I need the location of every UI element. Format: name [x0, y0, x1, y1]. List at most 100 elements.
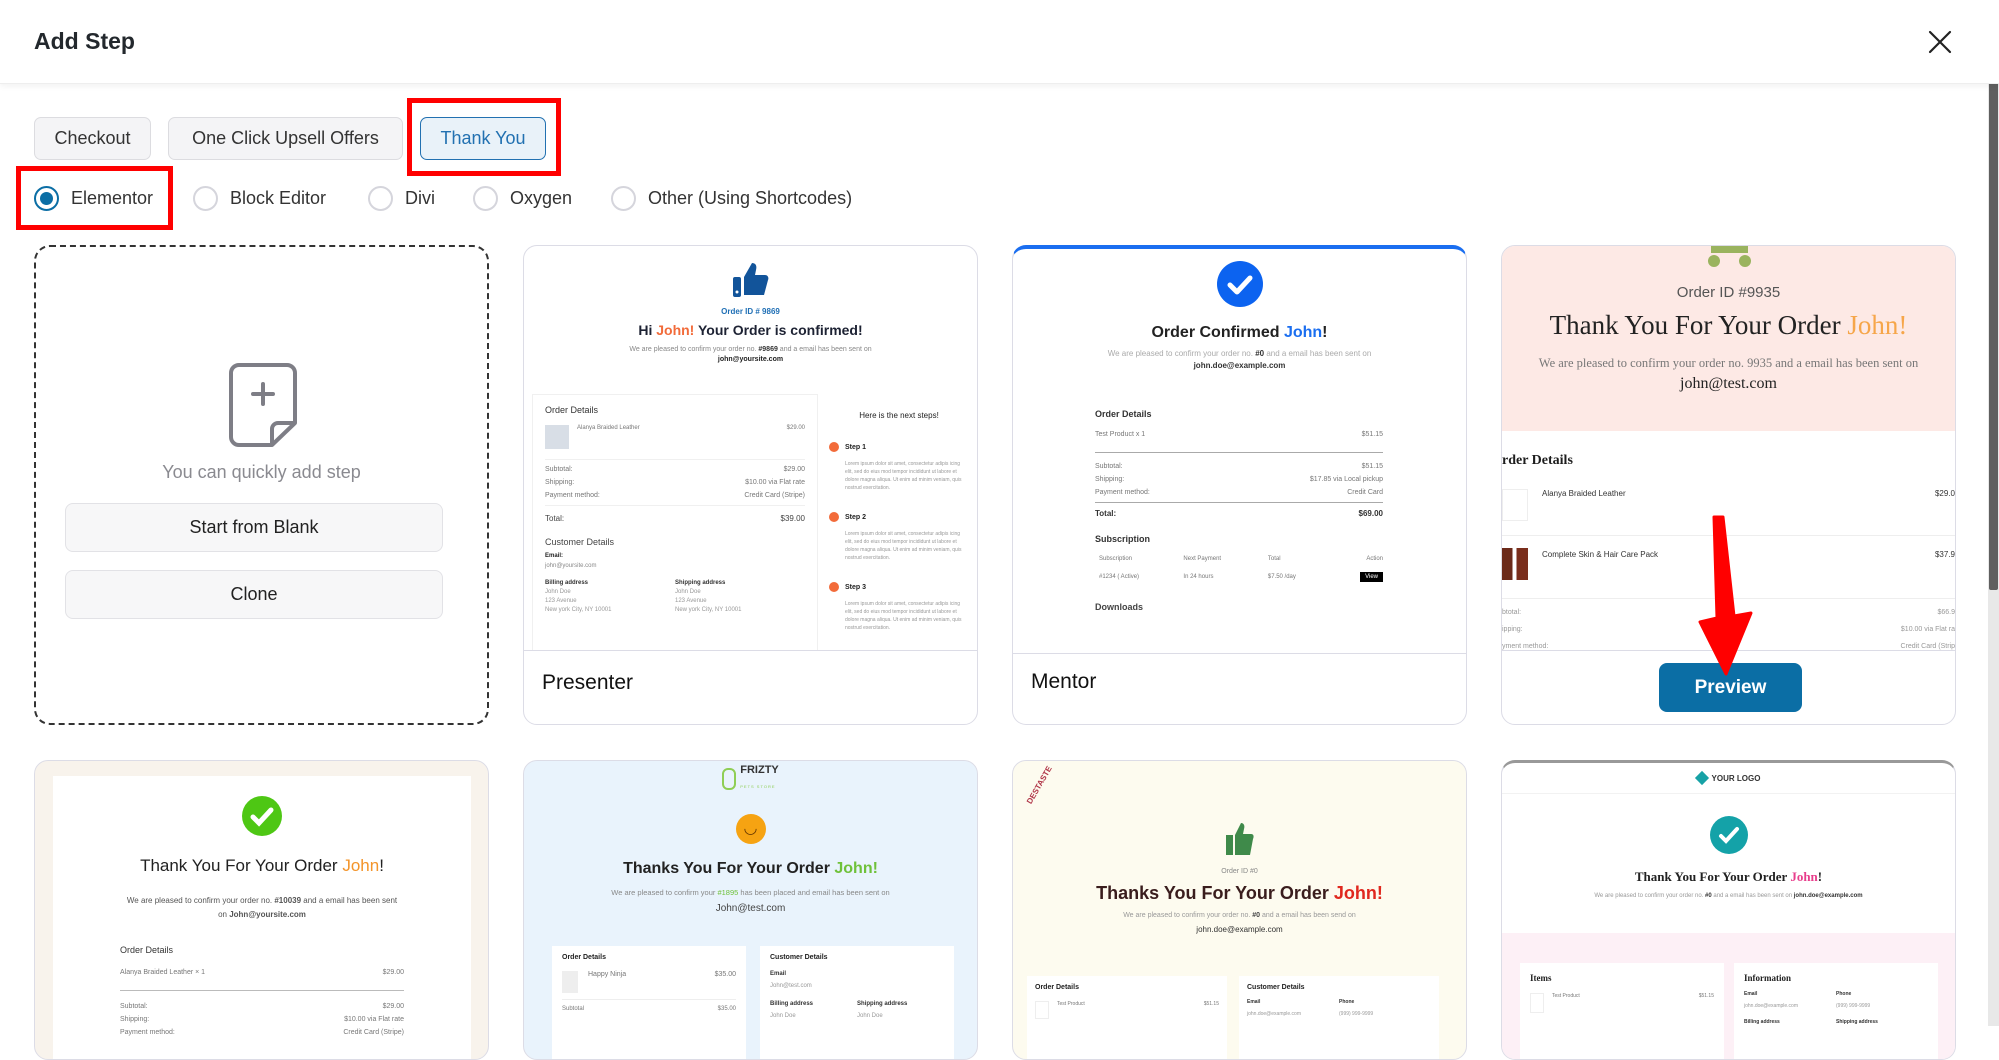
preview-subtext: We are pleased to confirm your order no.… — [1502, 893, 1955, 899]
email: john@test.com — [1680, 375, 1777, 392]
template-preview[interactable]: Thank You For Your Order John! We are pl… — [53, 776, 471, 1059]
customer-details-panel: Customer Details Email Phone john.doe@exa… — [1239, 976, 1439, 1059]
template-card-presenter[interactable]: Order ID # 9869 Hi John! Your Order is c… — [523, 245, 978, 725]
template-preview[interactable]: YOUR LOGO Thank You For Your Order John!… — [1502, 763, 1955, 1059]
template-preview[interactable]: Order Confirmed John! We are pleased to … — [1013, 249, 1466, 654]
product-price: $35.00 — [714, 971, 736, 978]
section-title: Order Details — [1035, 984, 1079, 991]
product-name: Alanya Braided Leather — [577, 425, 640, 431]
email: john.doe@example.com — [1793, 893, 1863, 899]
scrollbar-thumb[interactable] — [1989, 0, 1998, 590]
headline-text: Thanks You For Your Order — [1096, 883, 1334, 903]
radio-icon[interactable] — [368, 185, 393, 211]
template-card-mentor[interactable]: Order Confirmed John! We are pleased to … — [1012, 245, 1467, 725]
product-price: $51.15 — [1698, 993, 1714, 999]
radio-icon[interactable] — [611, 185, 636, 211]
preview-headline: Thanks You For Your Order John! — [1013, 883, 1466, 904]
email: John@yoursite.com — [229, 909, 306, 919]
order-id: Order ID # 9869 — [721, 307, 780, 316]
section-title: Customer Details — [545, 537, 615, 547]
logo-subtext: PETS STORE — [740, 784, 776, 789]
product-price: $29.00 — [382, 969, 404, 977]
check-circle-icon — [829, 582, 839, 592]
subtext: We are pleased to confirm your order no. — [1123, 912, 1253, 919]
order-number: #1895 — [717, 888, 739, 897]
logo-text: YOUR LOGO — [1711, 773, 1761, 783]
step-title: Step 3 — [845, 583, 867, 591]
value: (999) 999-9999 — [1339, 1011, 1374, 1017]
radio-icon[interactable] — [193, 185, 218, 211]
label: Subtotal: — [1095, 463, 1123, 470]
label: Shipping: — [120, 1016, 150, 1024]
clone-button[interactable]: Clone — [65, 570, 443, 619]
template-preview[interactable]: FRIZTY PETS STORE ◡ Thanks You For Your O… — [524, 761, 977, 1059]
label: Payment method: — [120, 1029, 175, 1037]
order-number: #0 — [1705, 893, 1712, 899]
value: John Doe — [857, 1013, 883, 1019]
label: Shipping address — [675, 580, 726, 586]
product-price: $51.15 — [1203, 1001, 1219, 1007]
email: john@yoursite.com — [717, 356, 784, 363]
template-card[interactable]: Thank You For Your Order John! We are pl… — [34, 760, 489, 1060]
check-circle-icon — [829, 512, 839, 522]
preview-headline: Thank You For Your Order John! — [1502, 310, 1955, 341]
thumbs-up-icon — [524, 260, 977, 305]
close-icon[interactable] — [1924, 26, 1956, 58]
preview-subtext: We are pleased to confirm your order no.… — [524, 346, 977, 353]
label: Email: — [545, 553, 564, 559]
value: $51.15 — [1361, 463, 1383, 470]
template-card[interactable]: FRIZTY PETS STORE ◡ Thanks You For Your O… — [523, 760, 978, 1060]
check-circle-icon — [53, 796, 471, 841]
tab-one-click-upsell-offers[interactable]: One Click Upsell Offers — [168, 117, 403, 160]
file-plus-icon — [229, 362, 299, 453]
radio-label: Other (Using Shortcodes) — [648, 187, 853, 208]
check-circle-icon — [1013, 261, 1466, 312]
blank-step-card: You can quickly add step Start from Blan… — [34, 245, 489, 725]
section-title: Order Details — [1095, 409, 1152, 419]
column-header: Total — [1267, 556, 1281, 562]
tab-checkout[interactable]: Checkout — [34, 117, 151, 160]
step-title: Step 1 — [845, 443, 867, 451]
template-preview[interactable]: DESTASTE Order ID #0 Thanks You For Your… — [1013, 761, 1466, 1059]
section-title: Here is the next steps! — [859, 411, 939, 420]
scrollbar-track[interactable] — [1988, 0, 1999, 1026]
template-card[interactable]: YOUR LOGO Thank You For Your Order John!… — [1501, 760, 1956, 1060]
radio-icon[interactable] — [473, 185, 498, 211]
headline-text: Order Confirmed — [1151, 324, 1284, 341]
radio-divi[interactable]: Divi — [368, 185, 435, 211]
label: Subtotal: — [120, 1003, 148, 1011]
start-from-blank-button[interactable]: Start from Blank — [65, 503, 443, 552]
radio-oxygen[interactable]: Oxygen — [473, 185, 572, 211]
headline-text: ! — [379, 856, 384, 875]
headline-name: John — [342, 856, 380, 875]
template-card[interactable]: DESTASTE Order ID #0 Thanks You For Your… — [1012, 760, 1467, 1060]
value: (999) 999-9999 — [1836, 1003, 1871, 1009]
template-preview[interactable]: Order ID # 9869 Hi John! Your Order is c… — [524, 246, 977, 651]
preview-subtext: We are pleased to confirm your order no.… — [122, 894, 402, 921]
preview-subtext: We are pleased to confirm your order no.… — [1090, 348, 1390, 372]
label: Billing address — [545, 580, 589, 586]
section-title: Subscription — [1095, 534, 1151, 544]
radio-other-shortcodes[interactable]: Other (Using Shortcodes) — [611, 185, 852, 211]
section-title: Downloads — [1095, 602, 1144, 612]
product-name: Test Product — [1057, 1001, 1085, 1007]
cell: #1234 ( Active) — [1099, 574, 1140, 580]
headline-text: Thank You For Your Order — [1634, 869, 1791, 884]
order-details-panel: Order Details Test Product $51.15 — [1027, 976, 1227, 1059]
destaste-logo: DESTASTE — [1025, 764, 1054, 806]
cell: In 24 hours — [1183, 574, 1214, 580]
preview-headline: Hi John! Your Order is confirmed! — [524, 322, 977, 338]
radio-block-editor[interactable]: Block Editor — [193, 185, 326, 211]
label: Shipping: — [545, 479, 575, 486]
email: john.doe@example.com — [1193, 361, 1286, 370]
radio-label: Divi — [405, 187, 435, 208]
value: john.doe@example.com — [1744, 1003, 1798, 1009]
email: John@test.com — [715, 903, 786, 914]
headline-name: John! — [656, 322, 695, 338]
subtext: We are pleased to confirm your order no. — [1107, 349, 1256, 358]
product-image — [545, 425, 569, 449]
email: john.doe@example.com — [1196, 925, 1283, 934]
product-price: $29.00 — [786, 425, 805, 431]
frizty-logo: FRIZTY PETS STORE — [524, 765, 977, 792]
label: Billing address — [1744, 1019, 1780, 1025]
